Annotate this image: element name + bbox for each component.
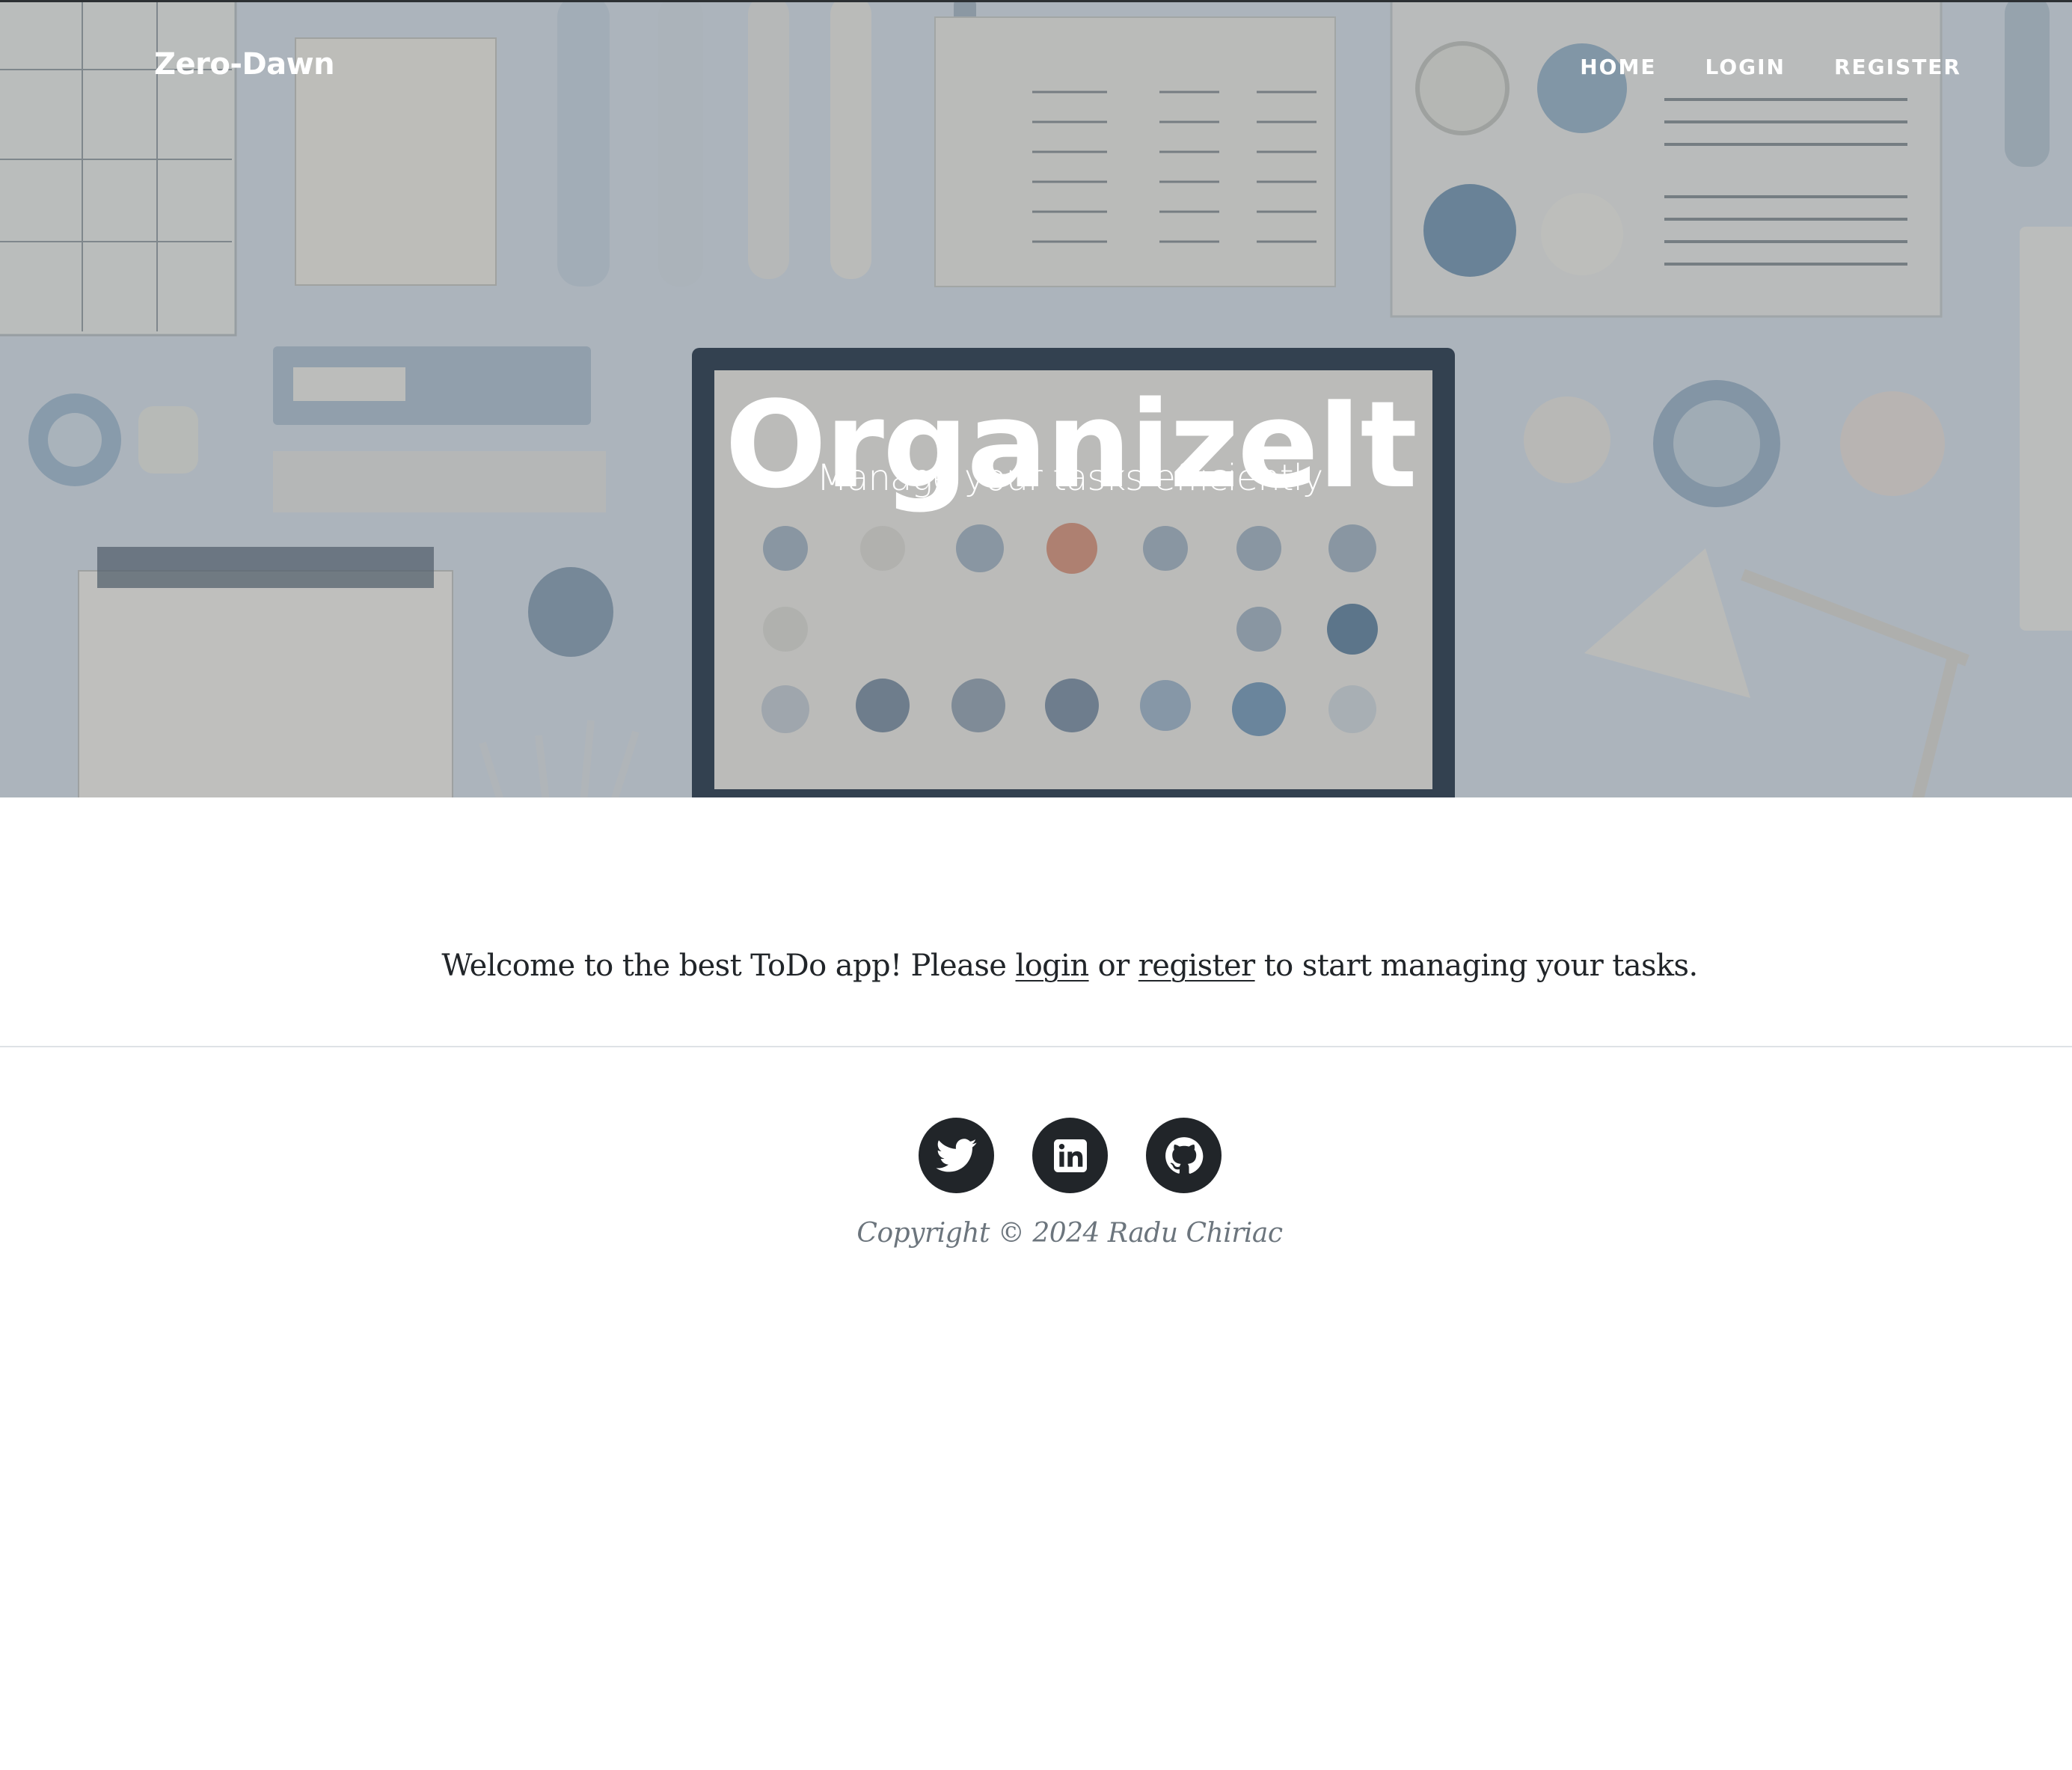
twitter-link[interactable] bbox=[919, 1118, 994, 1193]
social-links bbox=[919, 1118, 1222, 1193]
welcome-text-start: Welcome to the best ToDo app! Please bbox=[441, 949, 1016, 983]
twitter-icon bbox=[935, 1138, 977, 1172]
github-link[interactable] bbox=[1146, 1118, 1222, 1193]
navbar: Zero-Dawn HOME LOGIN REGISTER bbox=[0, 2, 2072, 137]
welcome-text-end: to start managing your tasks. bbox=[1254, 949, 1699, 983]
linkedin-link[interactable] bbox=[1032, 1118, 1108, 1193]
linkedin-icon bbox=[1053, 1139, 1087, 1172]
register-link[interactable]: register bbox=[1138, 949, 1255, 983]
welcome-text-middle: or bbox=[1088, 949, 1138, 983]
nav-login-link[interactable]: LOGIN bbox=[1705, 55, 1785, 79]
nav-home-link[interactable]: HOME bbox=[1580, 55, 1656, 79]
welcome-message: Welcome to the best ToDo app! Please log… bbox=[0, 946, 2072, 985]
nav-links: HOME LOGIN REGISTER bbox=[1580, 55, 1961, 79]
copyright-text: Copyright © 2024 Radu Chiriac bbox=[856, 1218, 1283, 1249]
hero-subheading: Manage your tasks efficiently bbox=[816, 457, 1324, 499]
github-icon bbox=[1165, 1136, 1203, 1174]
nav-register-link[interactable]: REGISTER bbox=[1834, 55, 1961, 79]
footer-divider bbox=[0, 1046, 2072, 1047]
login-link[interactable]: login bbox=[1016, 949, 1090, 983]
brand-link[interactable]: Zero-Dawn bbox=[154, 47, 335, 82]
hero-section: Zero-Dawn HOME LOGIN REGISTER OrganizeIt… bbox=[0, 0, 2072, 797]
